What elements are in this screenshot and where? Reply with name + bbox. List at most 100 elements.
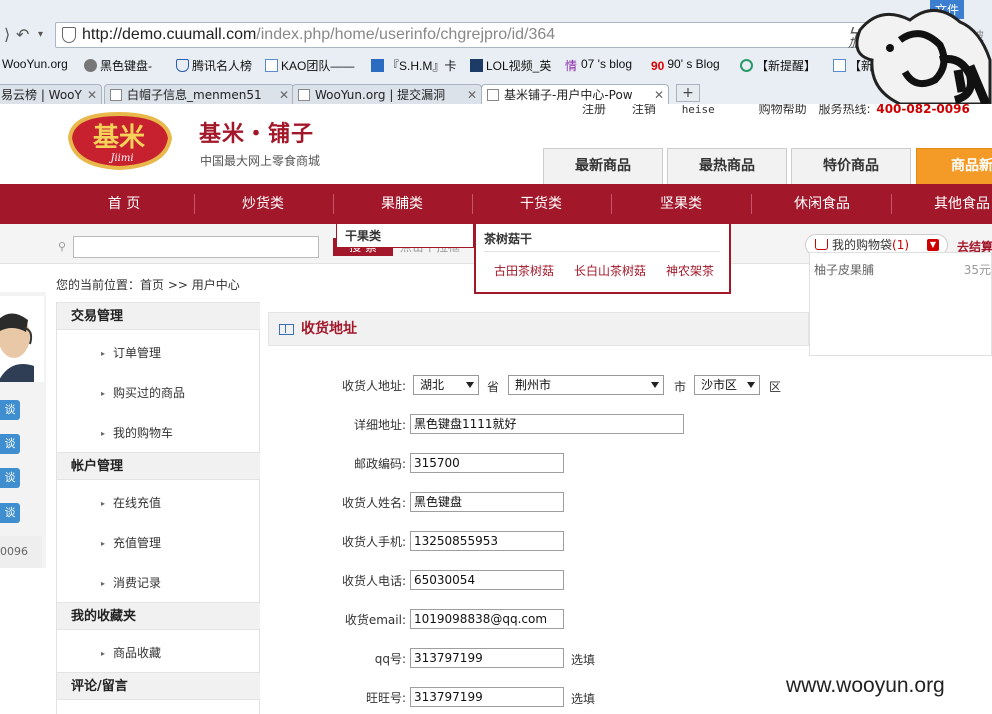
menu-item-purchased[interactable]: ▸ 购买过的商品: [101, 384, 185, 401]
nav-home[interactable]: 首 页: [64, 184, 184, 224]
dropdown-item[interactable]: 长白山茶树菇: [574, 262, 646, 279]
bookmark-item[interactable]: KAO团队——: [265, 57, 354, 74]
chat-button[interactable]: 谈: [0, 434, 20, 454]
site-header: 基米 Jiimi 基米・铺子 中国最大网上零食商城 注册 注销 heise 购物…: [0, 104, 992, 184]
menu-item-recharge-mgmt[interactable]: ▸ 充值管理: [101, 534, 161, 551]
tab-special[interactable]: 特价商品: [791, 148, 911, 184]
cart-item-name[interactable]: 柚子皮果脯: [814, 261, 874, 278]
tab-hottest[interactable]: 最热商品: [667, 148, 787, 184]
favorite-star-icon[interactable]: ☆: [868, 24, 882, 43]
caret-icon: ▸: [101, 579, 106, 588]
back-icon[interactable]: ↶: [16, 25, 29, 44]
bookmark-item[interactable]: 腾讯名人榜: [176, 57, 252, 74]
cart-label: 我的购物袋: [832, 238, 893, 252]
page-title: 收货地址: [301, 321, 357, 337]
bookmark-item[interactable]: 『S.H.M』卡: [371, 57, 456, 74]
search-input[interactable]: [73, 236, 319, 258]
cart-popup: 柚子皮果脯 35元: [809, 252, 992, 356]
detail-address-input[interactable]: 黑色键盘1111就好: [410, 414, 684, 434]
menu-item-orders[interactable]: ▸ 订单管理: [101, 344, 161, 361]
caret-icon: ▸: [101, 389, 106, 398]
nav-dried-goods[interactable]: 干货类: [481, 184, 601, 224]
province-select[interactable]: 湖北: [413, 375, 479, 395]
forward-icon[interactable]: ⟩: [4, 25, 10, 44]
bookmark-item[interactable]: 情 07 's blog: [565, 57, 632, 73]
nav-preserved-fruit[interactable]: 果脯类: [342, 184, 462, 224]
logout-link[interactable]: 注销: [632, 104, 656, 116]
tab-newest[interactable]: 最新商品: [543, 148, 663, 184]
close-icon[interactable]: ✕: [467, 85, 477, 104]
browser-tab[interactable]: 白帽子信息_menmen51 ✕: [104, 84, 294, 104]
zip-input[interactable]: 315700: [410, 453, 564, 473]
address-bar[interactable]: http://demo.cuumall.com/index.php/home/u…: [55, 22, 895, 50]
dropdown-category[interactable]: 干果类: [336, 224, 474, 248]
phone-input[interactable]: 65030054: [410, 570, 564, 590]
chevron-down-icon[interactable]: ▼: [927, 239, 939, 251]
bookmark-item[interactable]: 黑色键盘-: [84, 57, 152, 74]
close-icon[interactable]: ✕: [654, 85, 664, 104]
watermark: www.wooyun.org: [786, 674, 945, 697]
search-engine-box[interactable]: 富商被: [948, 27, 984, 44]
qq-optional: 选填: [571, 653, 596, 667]
browser-tab-active[interactable]: 基米铺子-用户中心-Pow ✕: [481, 84, 669, 104]
nav-nuts[interactable]: 坚果类: [621, 184, 741, 224]
name-input[interactable]: 黑色键盘: [410, 492, 564, 512]
lightning-icon[interactable]: ϟ: [849, 24, 860, 43]
mobile-input[interactable]: 13250855953: [410, 531, 564, 551]
browser-tab[interactable]: WooYun.org | 提交漏洞 ✕: [292, 84, 482, 104]
chat-button[interactable]: 谈: [0, 400, 20, 420]
nav-other[interactable]: 其他食品: [902, 184, 992, 224]
bookmark-item[interactable]: LOL视频_英: [470, 57, 551, 74]
help-link[interactable]: 购物帮助: [759, 104, 807, 116]
register-link[interactable]: 注册: [582, 104, 606, 116]
wangwang-input[interactable]: 313797199: [410, 687, 564, 707]
nav-snacks[interactable]: 休闲食品: [762, 184, 882, 224]
bookmark-item[interactable]: 【新提醒】: [833, 57, 909, 74]
new-tab-button[interactable]: +: [676, 84, 700, 102]
shield-icon: [62, 27, 76, 43]
menu-file[interactable]: 文件: [930, 0, 965, 19]
menu-item-favorites[interactable]: ▸ 商品收藏: [101, 644, 161, 661]
menu-item-spend-record[interactable]: ▸ 消费记录: [101, 574, 161, 591]
qq-input[interactable]: 313797199: [410, 648, 564, 668]
district-select[interactable]: 沙市区: [694, 375, 760, 395]
name-label: 收货人姓名:: [341, 496, 406, 510]
zip-label: 邮政编码:: [353, 457, 406, 471]
menu-item-recharge[interactable]: ▸ 在线充值: [101, 494, 161, 511]
caret-icon: ▸: [101, 649, 106, 658]
menu-item-cart[interactable]: ▸ 我的购物车: [101, 424, 173, 441]
dropdown-item[interactable]: 神农架茶: [666, 262, 714, 279]
page-viewport: 基米 Jiimi 基米・铺子 中国最大网上零食商城 注册 注销 heise 购物…: [0, 104, 992, 714]
username-link[interactable]: heise: [682, 104, 715, 116]
url-path: /index.php/home/userinfo/chgrejpro/id/36…: [256, 26, 556, 43]
caret-icon: ▸: [101, 499, 106, 508]
chat-button[interactable]: 谈: [0, 468, 20, 488]
bookmark-item[interactable]: WooYun.org: [2, 57, 68, 71]
nav-separator: [194, 194, 195, 214]
browser-menu: 文件 查看: [930, 0, 992, 36]
brand-slogan: 中国最大网上零食商城: [200, 154, 321, 168]
nav-roasted[interactable]: 炒货类: [203, 184, 323, 224]
search-icon: ⚲: [58, 240, 67, 253]
dropdown-title[interactable]: 茶树菇干: [484, 230, 532, 247]
tab-new-products[interactable]: 商品新: [916, 148, 992, 184]
city-select[interactable]: 荆州市: [508, 375, 664, 395]
bookmark-item[interactable]: 【新提醒】: [740, 57, 816, 74]
avatar: [0, 296, 44, 382]
bookmark-item[interactable]: 90 90' s Blog: [651, 57, 720, 73]
chat-button[interactable]: 谈: [0, 503, 20, 523]
qq-label: qq号:: [374, 652, 406, 666]
site-logo[interactable]: 基米 Jiimi: [62, 108, 176, 172]
menu-section-trade: 交易管理: [57, 302, 260, 330]
menu-section-account: 帐户管理: [57, 452, 260, 480]
city-unit: 市: [674, 380, 687, 394]
close-icon[interactable]: ✕: [87, 85, 97, 104]
browser-tab[interactable]: 易云榜 | WooY ✕: [0, 84, 102, 104]
dropdown-item[interactable]: 古田茶树菇: [494, 262, 554, 279]
bookmark-item[interactable]: ✳ 漏洞时代: [918, 57, 982, 75]
service-sidebar: 谈 谈 谈 谈: [0, 292, 46, 568]
email-input[interactable]: 1019098838@qq.com: [410, 609, 564, 629]
service-phone: 0096: [0, 536, 42, 568]
history-dropdown-icon[interactable]: ▾: [38, 29, 43, 40]
close-icon[interactable]: ✕: [279, 85, 289, 104]
